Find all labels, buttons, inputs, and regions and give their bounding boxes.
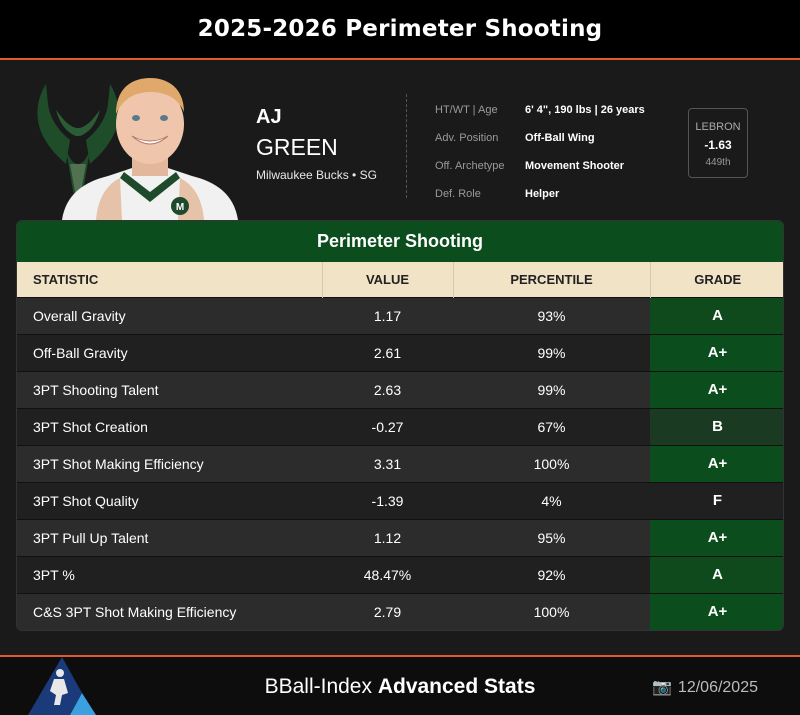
lebron-badge: LEBRON -1.63 449th: [688, 108, 748, 178]
player-team-position: Milwaukee Bucks • SG: [256, 168, 377, 182]
info-value: Off-Ball Wing: [525, 132, 595, 144]
stat-name-cell: C&S 3PT Shot Making Efficiency: [17, 592, 322, 630]
column-header: PERCENTILE: [453, 262, 651, 297]
page-title: 2025-2026 Perimeter Shooting: [197, 16, 603, 42]
camera-icon: 📷: [652, 679, 672, 696]
lebron-label: LEBRON: [695, 121, 741, 133]
stat-grade-cell: A: [650, 555, 783, 593]
stat-percentile-cell: 92%: [453, 555, 650, 593]
stat-value-cell: -1.39: [322, 481, 453, 519]
info-label: Adv. Position: [435, 132, 499, 144]
table-header-row: STATISTIC VALUE PERCENTILE GRADE: [17, 262, 783, 297]
stats-card-title: Perimeter Shooting: [17, 221, 783, 262]
stat-name-cell: Overall Gravity: [17, 296, 322, 334]
stat-grade-cell: A+: [650, 333, 783, 371]
info-value: 6' 4", 190 lbs | 26 years: [525, 104, 645, 116]
stat-grade-cell: A: [650, 296, 783, 334]
stats-table: STATISTIC VALUE PERCENTILE GRADE Overall…: [17, 262, 783, 630]
stat-percentile-cell: 100%: [453, 592, 650, 630]
stat-value-cell: 1.17: [322, 296, 453, 334]
info-row-position: Adv. Position Off-Ball Wing: [435, 124, 675, 152]
stat-value-cell: 2.61: [322, 333, 453, 371]
table-row: 3PT Shot Quality -1.39 4% F: [17, 481, 783, 519]
stat-percentile-cell: 67%: [453, 407, 650, 445]
stat-percentile-cell: 95%: [453, 518, 650, 556]
table-row: 3PT % 48.47% 92% A: [17, 555, 783, 593]
column-header: VALUE: [322, 262, 454, 297]
info-label: Off. Archetype: [435, 160, 505, 172]
stats-card: Perimeter Shooting STATISTIC VALUE PERCE…: [16, 220, 784, 631]
lebron-value: -1.63: [704, 138, 732, 152]
table-row: Off-Ball Gravity 2.61 99% A+: [17, 333, 783, 371]
player-last-name: GREEN: [256, 134, 338, 160]
stat-percentile-cell: 93%: [453, 296, 650, 334]
stat-grade-cell: B: [650, 407, 783, 445]
stat-percentile-cell: 100%: [453, 444, 650, 482]
stat-grade-cell: A+: [650, 592, 783, 630]
table-row: Overall Gravity 1.17 93% A: [17, 296, 783, 334]
player-first-name: AJ: [256, 106, 282, 128]
footer-brand-regular: BBall-Index: [264, 675, 378, 698]
stat-value-cell: 48.47%: [322, 555, 453, 593]
stat-value-cell: 2.79: [322, 592, 453, 630]
info-value: Movement Shooter: [525, 160, 625, 172]
player-header: M AJ GREEN Milwaukee Bucks • SG HT/WT | …: [0, 62, 800, 220]
column-header: STATISTIC: [17, 262, 323, 297]
stat-percentile-cell: 4%: [453, 481, 650, 519]
table-row: 3PT Pull Up Talent 1.12 95% A+: [17, 518, 783, 556]
footer: BBall-Index Advanced Stats 📷 12/06/2025: [0, 655, 800, 715]
stat-name-cell: Off-Ball Gravity: [17, 333, 322, 371]
footer-date-text: 12/06/2025: [677, 679, 758, 696]
info-row-height-weight: HT/WT | Age 6' 4", 190 lbs | 26 years: [435, 96, 675, 124]
stat-percentile-cell: 99%: [453, 333, 650, 371]
table-row: 3PT Shot Making Efficiency 3.31 100% A+: [17, 444, 783, 482]
info-row-def-role: Def. Role Helper: [435, 180, 675, 208]
table-row: 3PT Shot Creation -0.27 67% B: [17, 407, 783, 445]
header-divider: [406, 94, 407, 198]
stat-name-cell: 3PT Shot Quality: [17, 481, 322, 519]
stat-value-cell: -0.27: [322, 407, 453, 445]
player-photo: M: [62, 78, 238, 220]
stat-name-cell: 3PT %: [17, 555, 322, 593]
info-row-archetype: Off. Archetype Movement Shooter: [435, 152, 675, 180]
player-name-block: AJ GREEN Milwaukee Bucks • SG: [256, 106, 377, 182]
info-label: Def. Role: [435, 188, 481, 200]
jersey-logo: M: [176, 202, 184, 213]
column-header: GRADE: [650, 262, 783, 297]
stat-name-cell: 3PT Pull Up Talent: [17, 518, 322, 556]
table-row: 3PT Shooting Talent 2.63 99% A+: [17, 370, 783, 408]
stat-grade-cell: A+: [650, 518, 783, 556]
info-label: HT/WT | Age: [435, 104, 498, 116]
info-value: Helper: [525, 188, 560, 200]
table-row: C&S 3PT Shot Making Efficiency 2.79 100% A+: [17, 592, 783, 630]
stat-percentile-cell: 99%: [453, 370, 650, 408]
stat-grade-cell: A+: [650, 370, 783, 408]
lebron-rank: 449th: [705, 157, 731, 168]
stat-value-cell: 3.31: [322, 444, 453, 482]
footer-date: 📷 12/06/2025: [652, 677, 758, 697]
stat-value-cell: 1.12: [322, 518, 453, 556]
stat-grade-cell: F: [650, 481, 783, 519]
stat-name-cell: 3PT Shot Creation: [17, 407, 322, 445]
stat-name-cell: 3PT Shot Making Efficiency: [17, 444, 322, 482]
stat-grade-cell: A+: [650, 444, 783, 482]
player-info: HT/WT | Age 6' 4", 190 lbs | 26 years Ad…: [435, 96, 675, 208]
stat-value-cell: 2.63: [322, 370, 453, 408]
title-bar: 2025-2026 Perimeter Shooting: [0, 0, 800, 60]
footer-brand-bold: Advanced Stats: [377, 675, 536, 698]
stat-name-cell: 3PT Shooting Talent: [17, 370, 322, 408]
